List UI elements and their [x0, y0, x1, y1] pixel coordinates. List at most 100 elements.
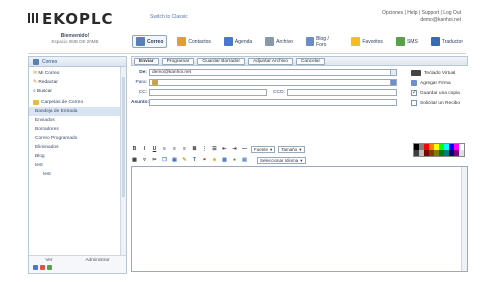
underline-icon[interactable]: U: [151, 146, 158, 153]
align-right-icon[interactable]: ≡: [181, 146, 188, 153]
compose-fields: De: demo@kanhoi.net Para: CC: CCO: Asunt…: [131, 66, 468, 114]
folder-correo-programado[interactable]: Correo Programado: [29, 134, 126, 143]
italic-icon[interactable]: I: [141, 146, 148, 153]
message-body-editor[interactable]: [131, 166, 468, 272]
nav-agenda[interactable]: Agenda: [221, 35, 255, 48]
sidebar-item-mi-correo[interactable]: ✉ Mi Correo: [29, 69, 126, 78]
flag-icon[interactable]: [40, 265, 45, 270]
image-icon[interactable]: ▩: [221, 157, 228, 164]
folder-borradores[interactable]: Borradores: [29, 125, 126, 134]
folder-eliminados[interactable]: Eliminados: [29, 143, 126, 152]
nav-archivo[interactable]: Archivo: [262, 35, 296, 48]
receipt-checkbox[interactable]: [411, 100, 417, 106]
indent-icon[interactable]: ⇥: [231, 146, 238, 153]
cc-field[interactable]: [149, 89, 267, 96]
nav-blog[interactable]: Blog / Foro: [303, 35, 342, 48]
size-select[interactable]: Tamaño ▾: [278, 145, 305, 153]
nav-traductor[interactable]: Traductor: [428, 35, 466, 48]
cco-field[interactable]: [287, 89, 397, 96]
to-field[interactable]: [149, 79, 397, 86]
outdent-icon[interactable]: ⇤: [221, 146, 228, 153]
option-label: Agregar Firma: [420, 80, 451, 86]
send-button[interactable]: Enviar: [134, 57, 159, 65]
from-value: demo@kanhoi.net: [152, 70, 192, 75]
color-palette[interactable]: [413, 143, 465, 157]
logo: EKOPLC: [28, 10, 114, 28]
from-select[interactable]: demo@kanhoi.net: [149, 69, 397, 76]
align-center-icon[interactable]: ≡: [171, 146, 178, 153]
bold-icon[interactable]: B: [131, 146, 138, 153]
calendar-icon: [223, 37, 233, 46]
pencil-icon: ✎: [33, 80, 38, 85]
language-select[interactable]: Seleccionar Idioma ▾: [257, 156, 306, 164]
folder-enviados[interactable]: Enviados: [29, 116, 126, 125]
nav-label: SMS: [406, 38, 418, 45]
nav-label: Agenda: [234, 38, 253, 45]
switch-classic-link[interactable]: Switch to Classic: [150, 14, 188, 20]
compose-panel: Enviar Programar Guardar Borrador Adjunt…: [131, 56, 468, 274]
editor-scrollbar[interactable]: [461, 167, 467, 271]
emoticon-icon[interactable]: ☻: [211, 157, 218, 164]
option-save-copy[interactable]: Guardar una copia: [411, 88, 471, 98]
sidebar-item-redactar[interactable]: ✎ Redactar: [29, 78, 126, 87]
bullet-list-icon[interactable]: ☰: [211, 146, 218, 153]
folder-bandeja-entrada[interactable]: Bandeja de Entrada: [29, 107, 126, 116]
cancel-button[interactable]: Cancelar: [295, 57, 326, 65]
schedule-button[interactable]: Programar: [161, 57, 195, 65]
manage-link[interactable]: Administrar: [85, 258, 109, 263]
quota-text: Espacio 0MB DE 20MB: [51, 39, 99, 44]
table-icon[interactable]: ▦: [131, 157, 138, 164]
ordered-list-icon[interactable]: ⋮: [201, 146, 208, 153]
view-link[interactable]: Ver: [45, 258, 52, 263]
nav-correo[interactable]: Correo: [132, 35, 168, 48]
link-icon[interactable]: ⚭: [201, 157, 208, 164]
address-book-icon[interactable]: [152, 80, 158, 85]
size-select-value: Tamaño: [281, 146, 298, 152]
folder-test[interactable]: test: [29, 161, 126, 170]
top-nav-links[interactable]: Opciones | Help | Support | Log Out: [382, 10, 461, 17]
sidebar-scrollbar[interactable]: [120, 67, 126, 255]
option-virtual-keyboard[interactable]: Teclado Virtual: [411, 68, 471, 78]
align-left-icon[interactable]: ≡: [161, 146, 168, 153]
justify-icon[interactable]: ≣: [191, 146, 198, 153]
font-select[interactable]: Fuente ▾: [251, 145, 276, 153]
folder-test-sub[interactable]: test: [29, 170, 126, 179]
cut-icon[interactable]: ✂: [151, 157, 158, 164]
sidebar-item-buscar[interactable]: ⌕ Buscar: [29, 87, 126, 96]
refresh-icon[interactable]: [47, 265, 52, 270]
option-add-signature[interactable]: Agregar Firma: [411, 78, 471, 88]
sidebar-item-label: Buscar: [37, 89, 52, 94]
inbox-icon: ✉: [33, 71, 38, 76]
option-label: Solicitar un Recibo: [420, 100, 460, 106]
nav-sms[interactable]: SMS: [393, 35, 421, 48]
save-draft-button[interactable]: Guardar Borrador: [197, 57, 245, 65]
spellcheck-icon[interactable]: T: [191, 157, 198, 164]
sms-icon: [395, 37, 405, 46]
subject-field[interactable]: [149, 99, 397, 106]
sidebar-header[interactable]: Correo: [29, 57, 126, 67]
attach-file-button[interactable]: Adjuntar Archivo: [247, 57, 293, 65]
editor-toolbar-row-1: B I U ≡ ≡ ≡ ≣ ⋮ ☰ ⇤ ⇥ ― Fuente ▾ Tamaño ▾: [131, 144, 407, 154]
folder-blog[interactable]: Blog: [29, 152, 126, 161]
paste-icon[interactable]: ▣: [171, 157, 178, 164]
nav-contactos[interactable]: Contactos: [174, 35, 214, 48]
contacts-picker-icon[interactable]: [390, 80, 396, 85]
nav-label: Favoritos: [362, 38, 383, 45]
highlight-icon[interactable]: ✎: [181, 157, 188, 164]
cc-label: CC:: [138, 90, 147, 95]
editor-toolbar-row-2: ▦ ▿ ✂ ❐ ▣ ✎ T ⚭ ☻ ▩ ● ▤ Seleccionar Idio…: [131, 155, 407, 165]
copy-icon[interactable]: ❐: [161, 157, 168, 164]
logo-text: EKOPLC: [42, 10, 114, 28]
text-color-icon[interactable]: ▿: [141, 157, 148, 164]
option-request-receipt[interactable]: Solicitar un Recibo: [411, 98, 471, 108]
grid-icon[interactable]: [33, 265, 38, 270]
nav-favoritos[interactable]: Favoritos: [348, 35, 386, 48]
horizontal-rule-icon[interactable]: ―: [241, 146, 248, 153]
save-copy-checkbox[interactable]: [411, 89, 417, 96]
scroll-thumb[interactable]: [122, 77, 125, 197]
palette-swatch[interactable]: [459, 150, 464, 156]
folders-header[interactable]: Carpetas de Correo: [29, 98, 126, 107]
calendar-insert-icon[interactable]: ▤: [241, 157, 248, 164]
compose-options: Teclado Virtual Agregar Firma Guardar un…: [411, 68, 471, 108]
globe-icon[interactable]: ●: [231, 157, 238, 164]
